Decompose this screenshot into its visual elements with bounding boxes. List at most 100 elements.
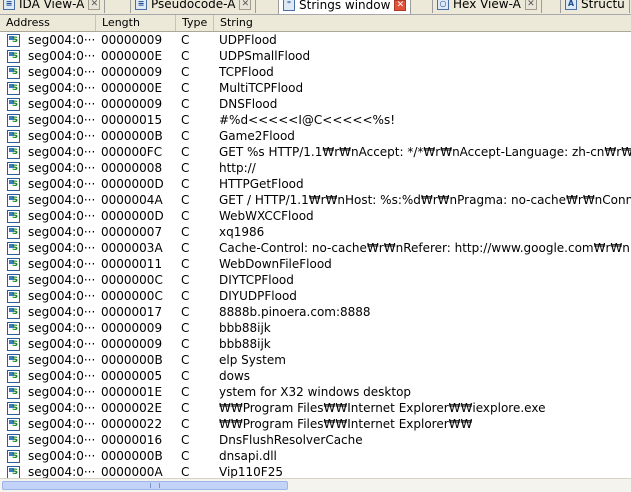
table-row[interactable]: seg004:0··· 00000009 C TCPFlood — [0, 64, 631, 80]
table-row[interactable]: seg004:0··· 0000004A C GET / HTTP/1.1₩r₩nHo… — [0, 192, 631, 208]
address-cell: seg004:0··· — [28, 241, 96, 255]
address-cell: seg004:0··· — [28, 337, 96, 351]
table-row[interactable]: seg004:0··· 00000009 Cbbb88ijk — [0, 320, 631, 336]
table-row[interactable]: seg004:0··· 00000017 C 8888b.pinoera.com:88… — [0, 304, 631, 320]
tab-pseudocode[interactable]: ≡ Pseudocode-A ✕ — [130, 0, 257, 13]
table-row[interactable]: seg004:0··· 0000003A C Cache-Control: no-ca… — [0, 240, 631, 256]
type-cell: C — [181, 257, 190, 271]
string-entry-icon — [7, 226, 20, 239]
table-row[interactable]: seg004:0··· 0000001E Cystem for X32 window… — [0, 384, 631, 400]
length-cell: 0000000D — [101, 177, 164, 191]
string-entry-icon — [7, 178, 20, 191]
string-entry-icon — [7, 146, 20, 159]
close-icon[interactable]: ✕ — [524, 0, 537, 10]
string-cell: dows — [219, 369, 251, 383]
table-row[interactable]: seg004:0··· 0000000B Cdnsapi.dll — [0, 448, 631, 464]
table-row[interactable]: seg004:0··· 0000000D C HTTPGetFlood — [0, 176, 631, 192]
length-cell: 0000000B — [101, 449, 163, 463]
address-cell: seg004:0··· — [28, 193, 96, 207]
string-cell: Cache-Control: no-cache₩r₩nReferer: http… — [219, 241, 630, 255]
table-row[interactable]: seg004:0··· 0000000C C DIYTCPFlood — [0, 272, 631, 288]
type-cell: C — [181, 337, 190, 351]
table-row[interactable]: seg004:0··· 00000009 C DNSFlood — [0, 96, 631, 112]
string-cell: TCPFlood — [219, 65, 274, 79]
address-cell: seg004:0··· — [28, 209, 96, 223]
column-length[interactable]: Length — [96, 15, 176, 31]
table-row[interactable]: seg004:0··· 0000000C C DIYUDPFlood — [0, 288, 631, 304]
tab-label: Hex View-A — [453, 0, 521, 11]
address-cell: seg004:0··· — [28, 129, 96, 143]
table-row[interactable]: seg004:0··· 00000007 Cxq1986 — [0, 224, 631, 240]
column-type[interactable]: Type — [176, 15, 214, 31]
table-row[interactable]: seg004:0··· 0000000D C WebWXCCFlood — [0, 208, 631, 224]
address-cell: seg004:0··· — [28, 33, 96, 47]
table-row[interactable]: seg004:0··· 0000000B Celp System — [0, 352, 631, 368]
address-cell: seg004:0··· — [28, 449, 96, 463]
string-cell: HTTPGetFlood — [219, 177, 304, 191]
column-string[interactable]: String — [214, 15, 631, 31]
address-cell: seg004:0··· — [28, 177, 96, 191]
type-cell: C — [181, 161, 190, 175]
type-cell: C — [181, 81, 190, 95]
type-cell: C — [181, 289, 190, 303]
horizontal-scrollbar[interactable] — [0, 478, 631, 492]
table-row[interactable]: seg004:0··· 00000009 Cbbb88ijk — [0, 336, 631, 352]
table-row[interactable]: seg004:0··· 0000000E C MultiTCPFlood — [0, 80, 631, 96]
type-cell: C — [181, 353, 190, 367]
table-row[interactable]: seg004:0··· 0000002E C ₩₩Program Files₩₩Int… — [0, 400, 631, 416]
table-row[interactable]: seg004:0··· 00000015 C #%d<<<<<I@C<<<<<%s! — [0, 112, 631, 128]
type-cell: C — [181, 209, 190, 223]
tab-hex-view[interactable]: ○ Hex View-A ✕ — [432, 0, 542, 13]
length-cell: 00000009 — [101, 97, 163, 111]
string-entry-icon — [7, 50, 20, 63]
address-cell: seg004:0··· — [28, 417, 96, 431]
close-icon[interactable]: ✕ — [239, 0, 252, 10]
tab-label: Structu — [581, 0, 625, 11]
address-cell: seg004:0··· — [28, 81, 96, 95]
tab-label: Pseudocode-A — [151, 0, 236, 11]
close-icon[interactable]: ✕ — [88, 0, 101, 10]
tab-strings-window[interactable]: " Strings window ✕ — [278, 0, 412, 14]
string-entry-icon — [7, 66, 20, 79]
string-cell: Game2Flood — [219, 129, 295, 143]
string-cell: UDPFlood — [219, 33, 277, 47]
table-row[interactable]: seg004:0··· 000000FC C GET %s HTTP/1.1₩r₩nA… — [0, 144, 631, 160]
address-cell: seg004:0··· — [28, 369, 96, 383]
address-cell: seg004:0··· — [28, 97, 96, 111]
type-cell: C — [181, 369, 190, 383]
table-row[interactable]: seg004:0··· 0000000E C UDPSmallFlood — [0, 48, 631, 64]
table-row[interactable]: seg004:0··· 00000005 Cdows — [0, 368, 631, 384]
length-cell: 0000000A — [101, 465, 163, 478]
address-cell: seg004:0··· — [28, 257, 96, 271]
string-cell: ₩₩Program Files₩₩Internet Explorer₩₩ — [219, 417, 473, 431]
string-cell: dnsapi.dll — [219, 449, 277, 463]
close-icon[interactable]: ✕ — [394, 0, 407, 11]
length-cell: 0000000D — [101, 209, 164, 223]
type-cell: C — [181, 65, 190, 79]
length-cell: 00000009 — [101, 321, 163, 335]
string-cell: GET / HTTP/1.1₩r₩nHost: %s:%d₩r₩nPragma:… — [219, 193, 631, 207]
type-cell: C — [181, 225, 190, 239]
scrollbar-thumb[interactable] — [2, 481, 288, 490]
length-cell: 00000017 — [101, 305, 163, 319]
table-row[interactable]: seg004:0··· 00000008 Chttp:// — [0, 160, 631, 176]
table-row[interactable]: seg004:0··· 0000000B C Game2Flood — [0, 128, 631, 144]
string-entry-icon — [7, 322, 20, 335]
length-cell: 0000000C — [101, 289, 163, 303]
length-cell: 00000009 — [101, 65, 163, 79]
table-row[interactable]: seg004:0··· 00000022 C ₩₩Program Files₩₩Int… — [0, 416, 631, 432]
table-row[interactable]: seg004:0··· 0000000A C Vip110F25 — [0, 464, 631, 478]
tab-structures[interactable]: A Structu — [560, 0, 630, 13]
length-cell: 00000011 — [101, 257, 163, 271]
table-row[interactable]: seg004:0··· 00000009 C UDPFlood — [0, 32, 631, 48]
type-cell: C — [181, 129, 190, 143]
column-address[interactable]: Address — [0, 15, 96, 31]
tab-label: IDA View-A — [19, 0, 85, 11]
table-row[interactable]: seg004:0··· 00000016 C DnsFlushResolverCach… — [0, 432, 631, 448]
tab-ida-view[interactable]: ≡ IDA View-A ✕ — [0, 0, 106, 13]
type-cell: C — [181, 193, 190, 207]
table-row[interactable]: seg004:0··· 00000011 C WebDownFileFlood — [0, 256, 631, 272]
address-cell: seg004:0··· — [28, 433, 96, 447]
string-entry-icon — [7, 114, 20, 127]
string-cell: WebWXCCFlood — [219, 209, 314, 223]
